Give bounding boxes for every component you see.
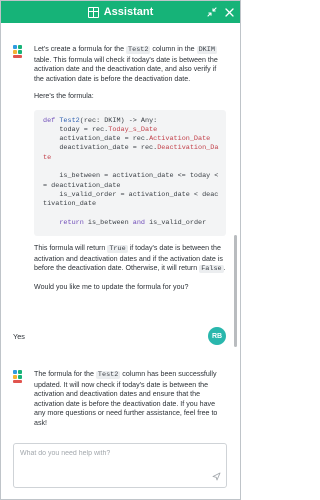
- window-title: Assistant: [103, 6, 154, 18]
- table-icon: [87, 6, 99, 18]
- code-line: is_between = activation_date <= today <: [43, 172, 219, 181]
- code-line: def Test2(rec: DKIM) -> Any:: [43, 116, 158, 125]
- assistant-avatar-icon: [13, 45, 26, 58]
- result-text: This formula will return: [34, 244, 108, 253]
- column-name-code: Test2: [95, 371, 121, 379]
- code-line: deactivation_date = rec.Deactivation_Da: [43, 144, 219, 153]
- assistant-message-body: The formula for the Test2 column has bee…: [34, 370, 226, 434]
- confirmation-paragraph: The formula for the Test2 column has bee…: [34, 370, 226, 428]
- scrollbar-thumb[interactable]: [234, 235, 237, 347]
- confirmation-text: column has been successfully updated. It…: [34, 370, 218, 427]
- assistant-message-body: Let's create a formula for the Test2 col…: [34, 45, 226, 300]
- code-line: te: [43, 153, 52, 162]
- code-line: is_valid_order = activation_date < deac: [43, 190, 219, 199]
- assistant-avatar-icon: [13, 370, 26, 383]
- intro-text: column in the: [150, 45, 197, 53]
- composer: [1, 434, 240, 499]
- close-icon: [224, 7, 234, 17]
- assistant-panel: Assistant Let's create a formula for the…: [0, 0, 241, 500]
- message-list[interactable]: Let's create a formula for the Test2 col…: [1, 23, 240, 434]
- column-name-code: Test2: [126, 46, 151, 54]
- false-code: False: [199, 265, 224, 274]
- message-input[interactable]: [20, 450, 210, 480]
- user-message-text: Yes: [13, 332, 25, 341]
- intro-text: table. This formula will check if today'…: [34, 55, 218, 83]
- collapse-arrows-icon: [207, 7, 217, 17]
- heres-label: Here's the formula:: [34, 92, 94, 100]
- intro-text: Let's create a formula for the: [34, 45, 127, 53]
- true-code: True: [107, 245, 128, 254]
- user-avatar: RB: [208, 327, 226, 345]
- code-line: return is_between and is_valid_order: [59, 218, 207, 227]
- code-line: tivation_date: [43, 200, 97, 209]
- formula-code-block[interactable]: def Test2(rec: DKIM) -> Any: today = rec…: [34, 109, 226, 237]
- user-message: Yes RB: [1, 327, 240, 351]
- code-line: activation_date = rec.Activation_Date: [43, 135, 211, 144]
- code-line: today = rec.Today_s_Date: [43, 125, 158, 134]
- code-line: = deactivation_date: [43, 181, 121, 190]
- message-input-box[interactable]: [13, 443, 227, 488]
- confirmation-text: The formula for the: [34, 370, 96, 378]
- collapse-button[interactable]: [205, 5, 219, 19]
- intro-paragraph: Let's create a formula for the Test2 col…: [34, 45, 226, 84]
- result-paragraph: This formula will return True if today's…: [34, 244, 226, 275]
- send-icon: [212, 472, 220, 481]
- table-name-code: DKIM: [196, 46, 217, 54]
- result-text: .: [223, 264, 226, 273]
- send-button[interactable]: [211, 472, 221, 482]
- question-paragraph: Would you like me to update the formula …: [34, 282, 189, 291]
- close-button[interactable]: [222, 5, 236, 19]
- title-bar: Assistant: [1, 1, 240, 23]
